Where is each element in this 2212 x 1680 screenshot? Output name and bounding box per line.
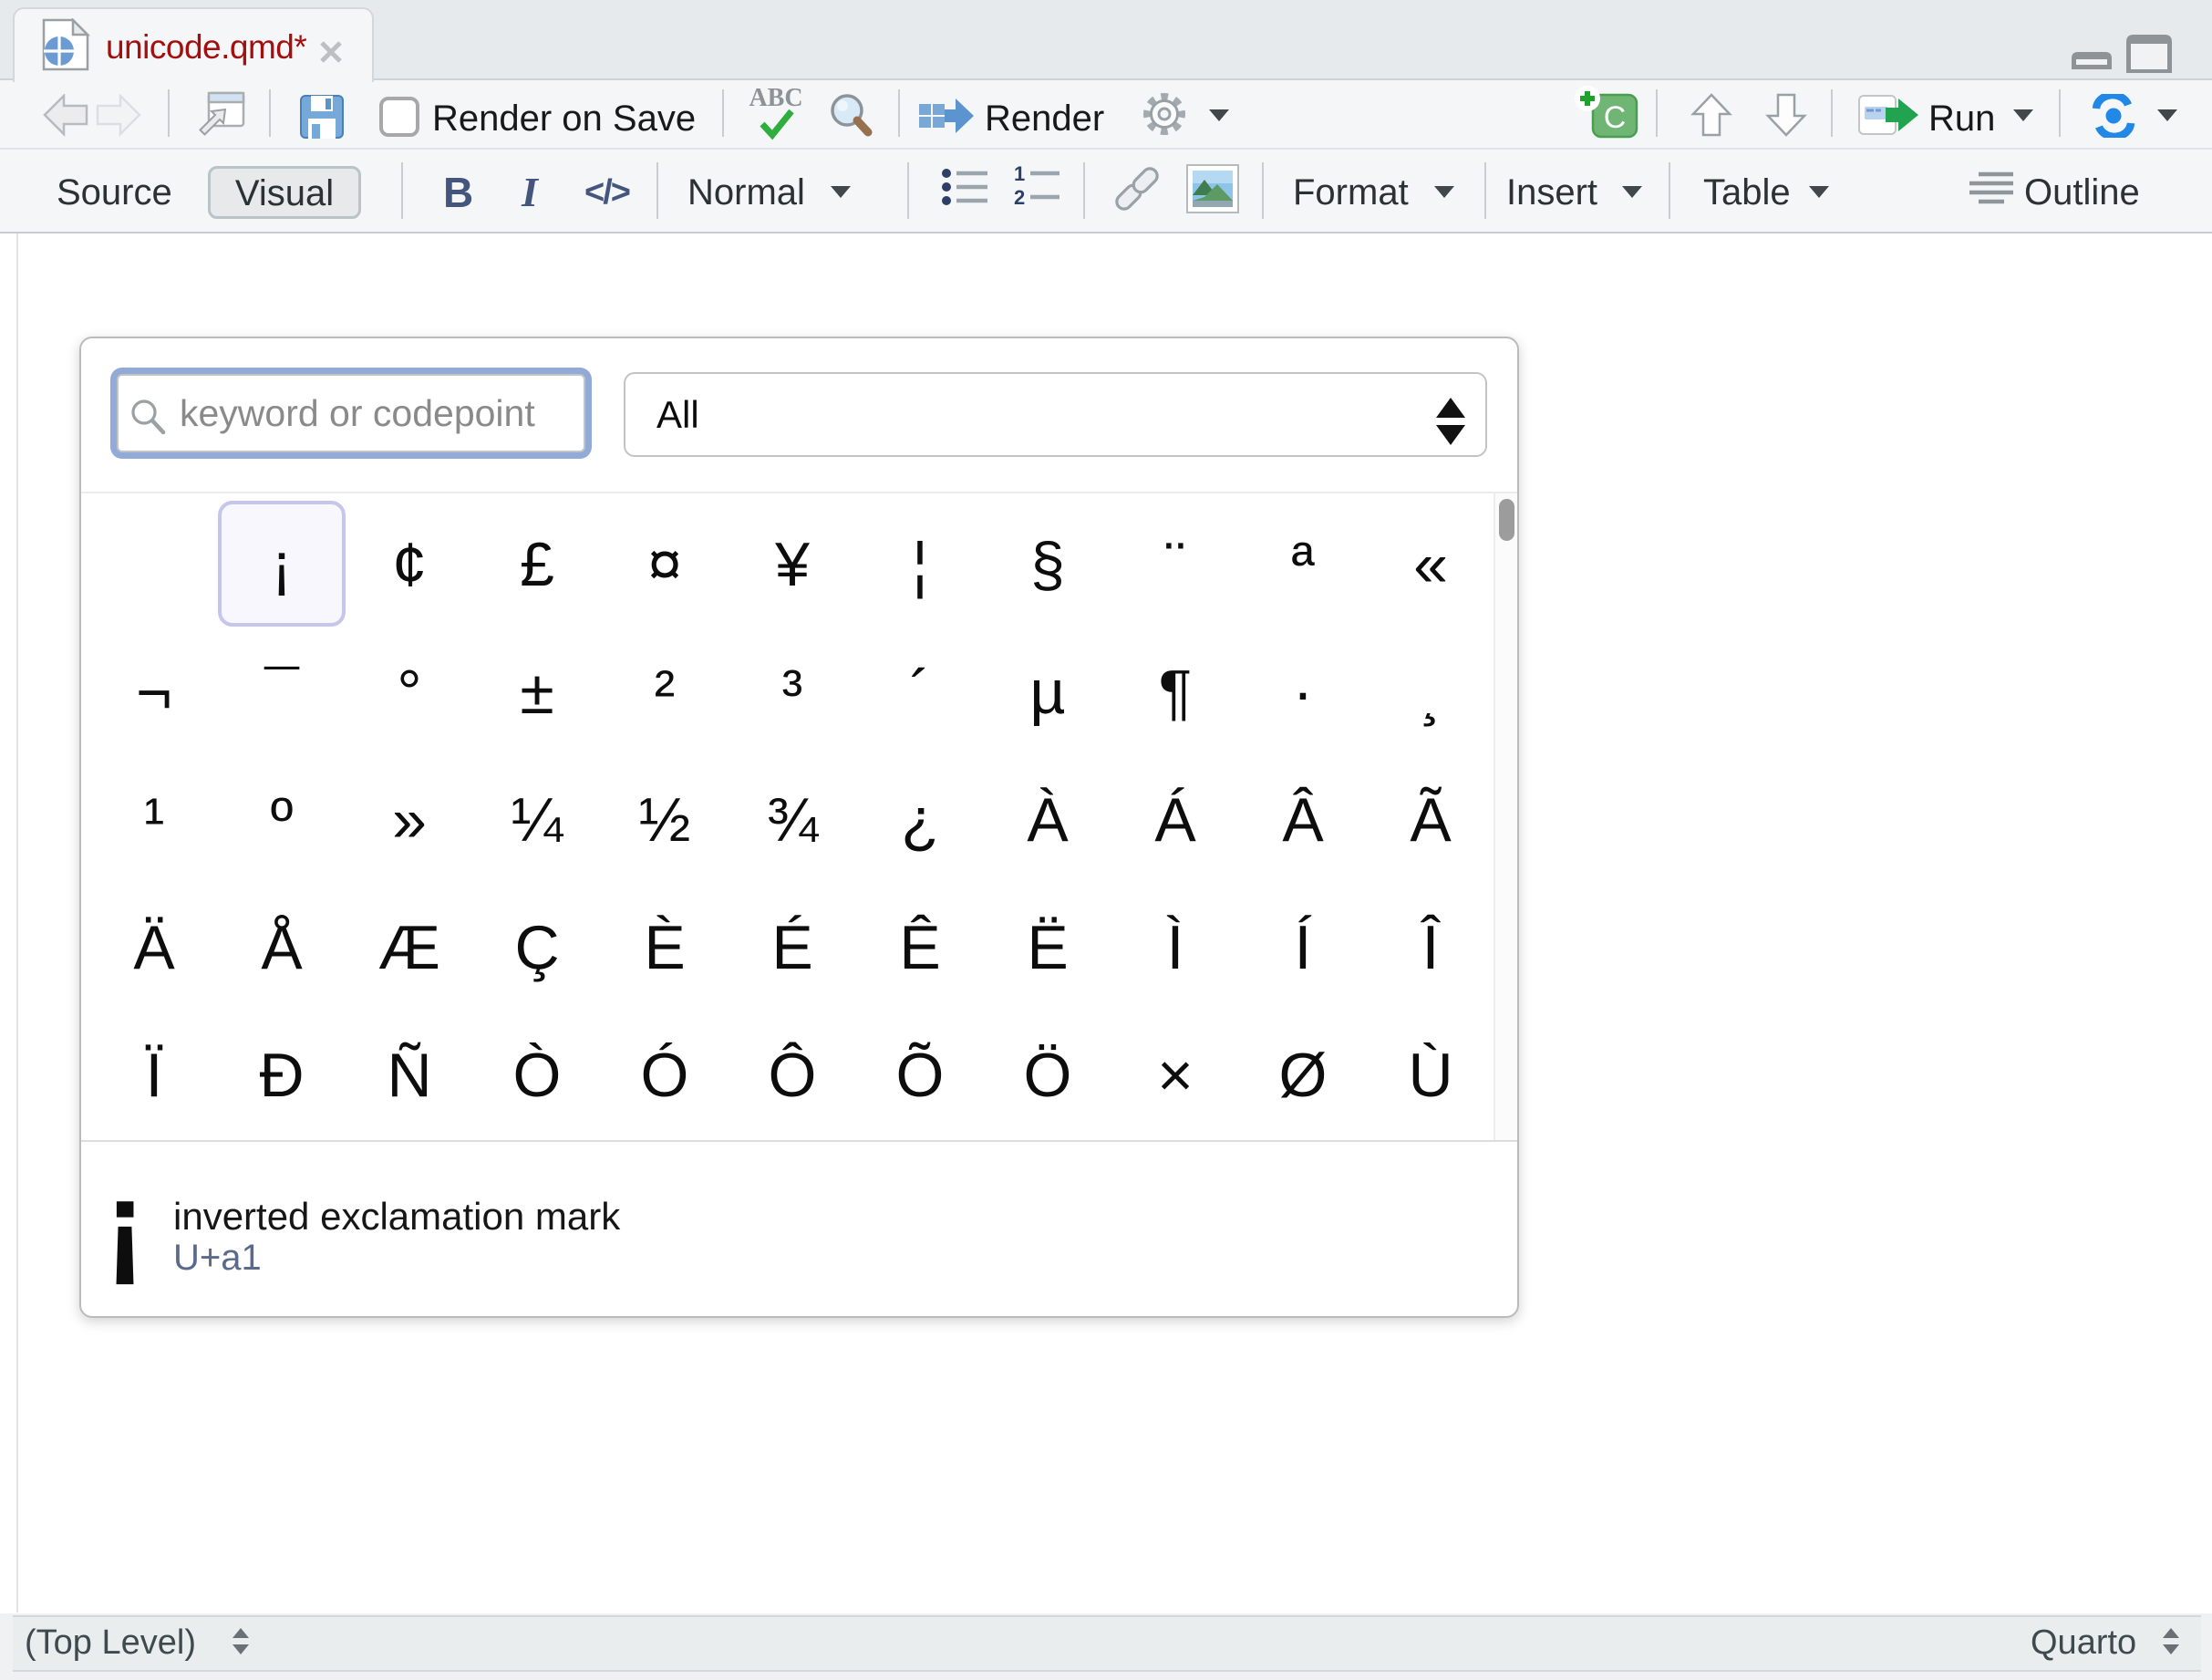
svg-text:2: 2 [1014, 186, 1025, 208]
svg-text:1: 1 [1014, 166, 1025, 185]
svg-text:C: C [1604, 100, 1627, 135]
